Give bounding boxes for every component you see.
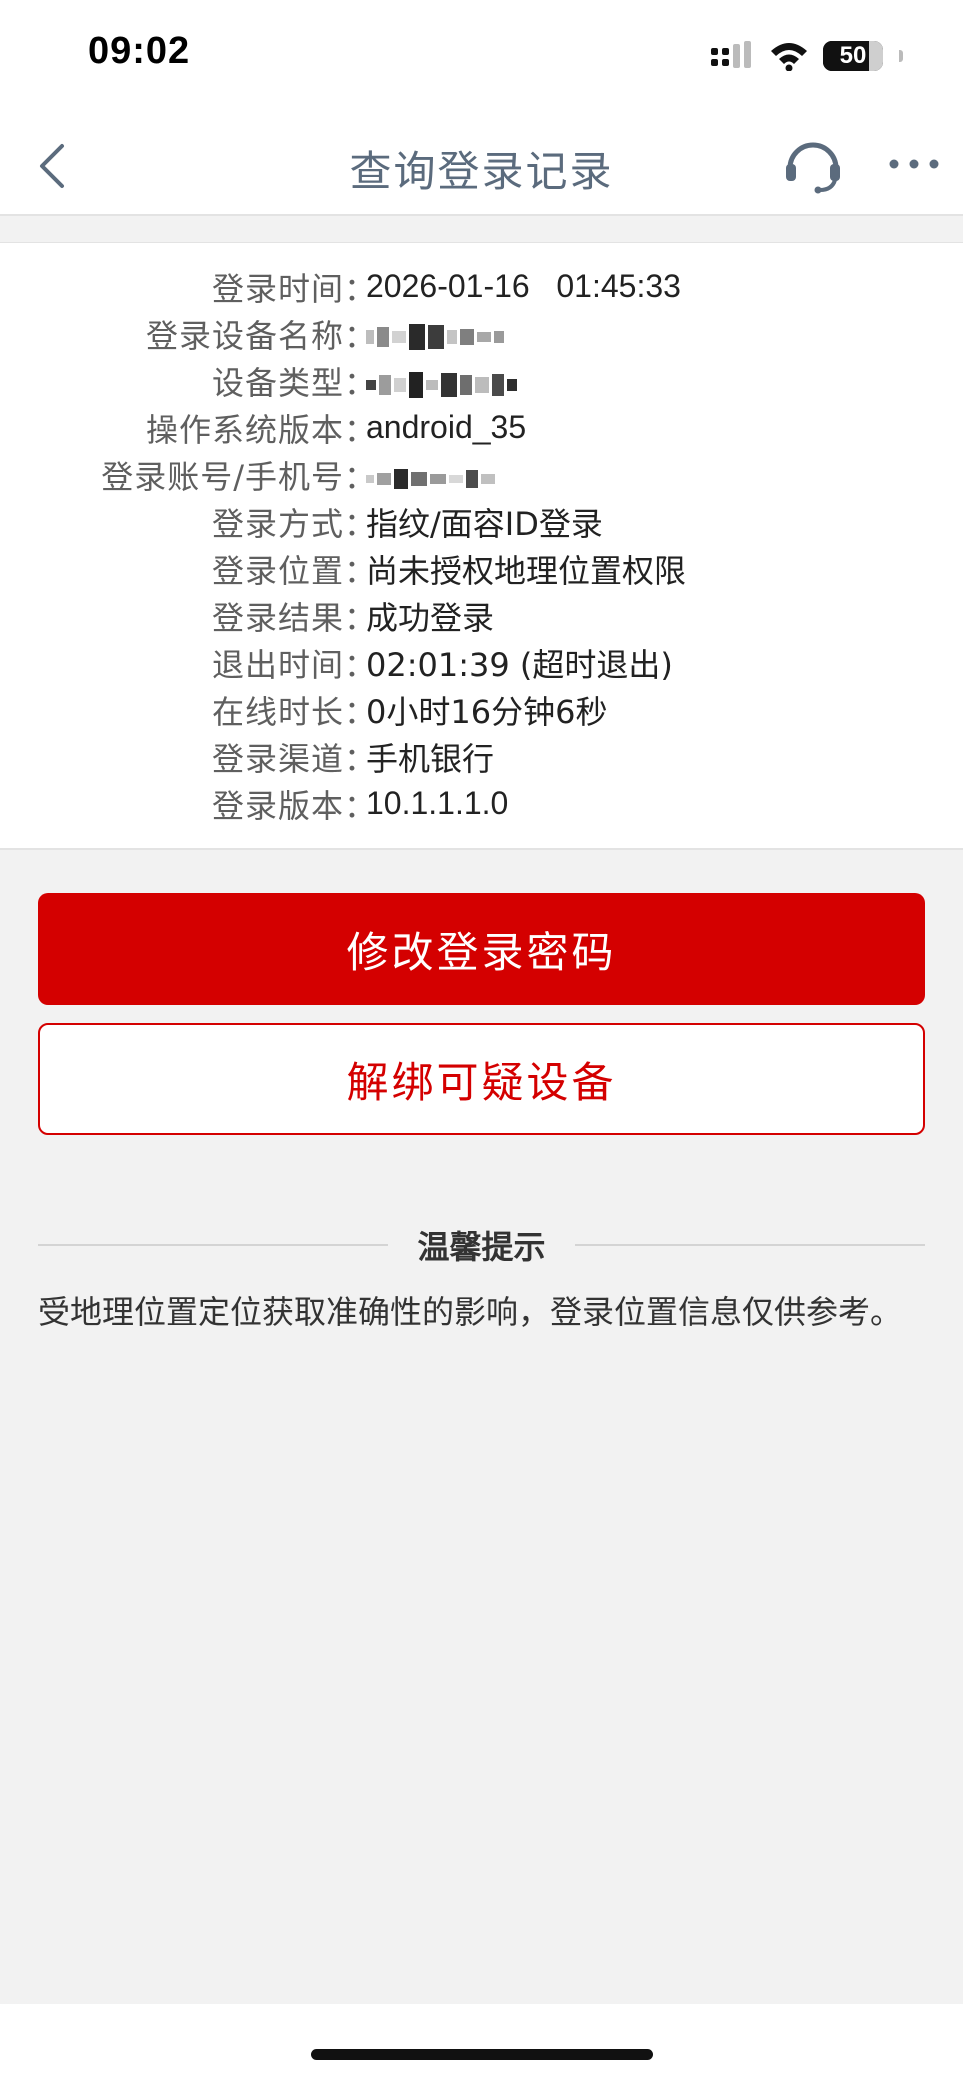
record-colon: ： [344,269,377,308]
record-label: 登录时间 [211,269,344,308]
record-label: 登录位置 [211,551,344,590]
record-row-login-method: 登录方式 ： 指纹/面容ID登录 [0,498,963,545]
redaction-mosaic [366,321,504,353]
unbind-device-button[interactable]: 解绑可疑设备 [38,1023,925,1135]
record-row-online-duration: 在线时长 ： 0小时16分钟6秒 [0,686,963,733]
tips-header: 温馨提示 [38,1222,925,1266]
nav-bar: 查询登录记录 [0,110,963,216]
record-value: 尚未授权地理位置权限 [366,551,687,590]
status-bar: 09:02 50 [0,0,963,110]
battery-level: 50 [839,42,867,69]
redacted-device-type [366,361,517,401]
tips-title: 温馨提示 [395,1228,568,1266]
record-colon: ： [344,551,377,590]
record-colon: ： [344,316,377,355]
record-row-device-name: 登录设备名称 ： [0,310,963,357]
tips-text: 受地理位置定位获取准确性的影响，登录位置信息仅供参考。 [38,1293,903,1331]
record-value: android_35 [366,409,527,445]
status-time: 09:02 [88,30,191,72]
record-colon: ： [344,786,377,825]
redacted-device-name [366,315,504,353]
change-password-button[interactable]: 修改登录密码 [38,893,925,1005]
record-row-login-channel: 登录渠道 ： 手机银行 [0,733,963,780]
record-value: 02:01:39 (超时退出) [366,645,673,684]
redaction-mosaic [366,369,517,401]
record-value: 10.1.1.1.0 [366,785,509,821]
redacted-account [366,454,495,495]
record-label: 登录设备名称 [145,316,344,355]
record-row-account: 登录账号/手机号 ： [0,451,963,498]
record-row-os-version: 操作系统版本 ： android_35 [0,404,963,451]
record-label: 登录版本 [211,786,344,825]
record-label: 设备类型 [211,363,344,402]
headset-icon[interactable] [782,134,844,196]
status-icons: 50 [711,38,903,74]
record-label: 操作系统版本 [145,410,344,449]
bottom-safe-area [0,2004,963,2084]
record-value: 0小时16分钟6秒 [366,692,608,731]
record-colon: ： [344,645,377,684]
record-row-app-version: 登录版本 ： 10.1.1.1.0 [0,780,963,827]
record-label: 登录渠道 [211,739,344,778]
record-colon: ： [344,410,377,449]
record-value: 指纹/面容ID登录 [366,504,603,543]
wifi-icon [771,43,807,71]
record-label: 登录账号/手机号 [101,457,344,496]
record-colon: ： [344,598,377,637]
battery-icon: 50 [823,41,883,71]
record-value: 2026-01-16 01:45:33 [366,268,681,304]
record-label: 退出时间 [211,645,344,684]
record-value: 手机银行 [366,739,495,778]
record-colon: ： [344,739,377,778]
record-row-login-result: 登录结果 ： 成功登录 [0,592,963,639]
home-indicator[interactable] [311,2049,653,2060]
record-colon: ： [344,692,377,731]
record-colon: ： [344,457,377,496]
record-row-login-time: 登录时间 ： 2026-01-16 01:45:33 [0,263,963,310]
more-dots-icon[interactable] [886,144,942,184]
record-label: 在线时长 [211,692,344,731]
record-colon: ： [344,363,377,402]
record-value: 成功登录 [366,598,495,637]
record-row-login-location: 登录位置 ： 尚未授权地理位置权限 [0,545,963,592]
record-colon: ： [344,504,377,543]
record-label: 登录方式 [211,504,344,543]
record-row-device-type: 设备类型 ： [0,357,963,404]
battery-tip [899,50,903,62]
signal-icon [711,41,751,68]
login-record-panel: 登录时间 ： 2026-01-16 01:45:33 登录设备名称 ： 设备类型… [0,242,963,850]
redaction-mosaic [366,463,495,495]
record-row-logout-time: 退出时间 ： 02:01:39 (超时退出) [0,639,963,686]
record-label: 登录结果 [211,598,344,637]
